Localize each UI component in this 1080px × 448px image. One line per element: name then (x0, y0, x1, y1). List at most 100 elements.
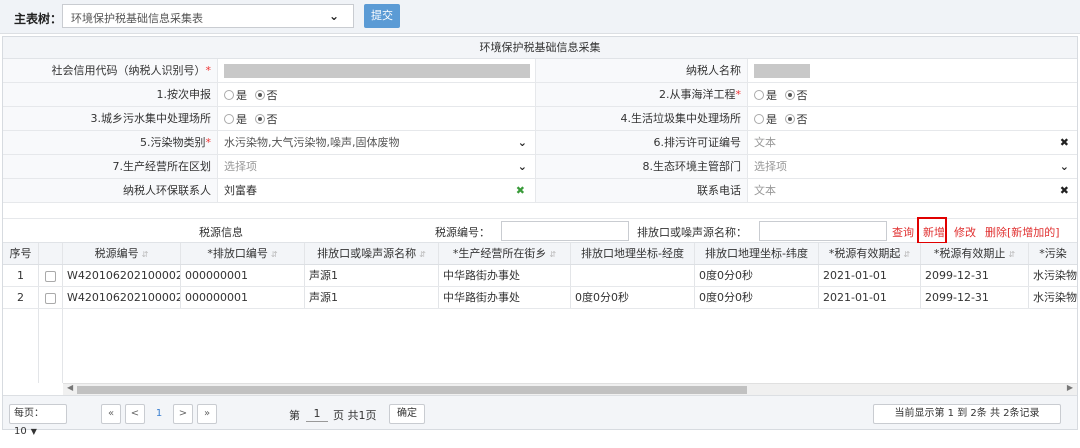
col-valid-to[interactable]: *税源有效期止 ⇵ (921, 243, 1029, 264)
q1-no-radio[interactable] (254, 90, 265, 100)
col-outlet-no[interactable]: *排放口编号 ⇵ (181, 243, 305, 264)
chevron-down-icon: ⌄ (1059, 160, 1069, 173)
sort-icon: ⇵ (270, 250, 278, 259)
chevron-down-icon: ⌄ (517, 136, 527, 149)
prev-page-button[interactable]: < (125, 404, 145, 424)
q5-label: 5.污染物类别 (140, 136, 206, 149)
form-title: 环境保护税基础信息采集 (3, 37, 1077, 59)
page-number-input[interactable]: 1 (306, 404, 328, 422)
first-page-button[interactable]: « (101, 404, 121, 424)
horizontal-scrollbar[interactable]: ◀ ▶ (63, 383, 1077, 395)
q3-label: 3.城乡污水集中处理场所 (3, 107, 217, 130)
q3-yes-radio[interactable] (224, 114, 234, 124)
page-1-link[interactable]: 1 (149, 404, 169, 424)
credit-code-label: 社会信用代码（纳税人识别号） (51, 64, 206, 77)
edit-link[interactable]: 修改 (954, 224, 976, 240)
q4-no-radio[interactable] (784, 114, 795, 124)
district-placeholder: 选择项 (224, 160, 257, 173)
outlet-name-input[interactable] (759, 221, 887, 241)
form-row-q5-q6: 5.污染物类别* 水污染物,大气污染物,噪声,固体废物 ⌄ 6.排污许可证编号 … (3, 131, 1077, 155)
redacted-credit-code (224, 64, 530, 78)
q6-label: 6.排污许可证编号 (535, 131, 747, 154)
source-info-bar: 税源信息 税源编号： 排放口或噪声源名称： 查询 新增 修改 删除[新增加的] (3, 217, 1077, 244)
col-source-no[interactable]: 税源编号 ⇵ (63, 243, 181, 264)
q1-label: 1.按次申报 (3, 83, 217, 106)
row-checkbox[interactable] (45, 292, 56, 304)
q2-no-radio[interactable] (784, 90, 795, 100)
sort-icon: ⇵ (549, 250, 557, 259)
q4-yes-radio[interactable] (754, 114, 764, 124)
phone-placeholder: 文本 (754, 184, 776, 197)
chevron-down-icon: ⌄ (517, 160, 527, 173)
col-checkbox (39, 243, 63, 264)
phone-label: 联系电话 (535, 179, 747, 202)
page-prefix: 第 (289, 409, 300, 422)
query-link[interactable]: 查询 (892, 224, 914, 240)
col-index: 序号 (3, 243, 39, 264)
form-row-q1-q2: 1.按次申报 是 否 2.从事海洋工程* 是 否 (3, 83, 1077, 107)
row-checkbox[interactable] (45, 270, 56, 282)
taxpayer-name-field[interactable] (747, 59, 1077, 82)
source-no-input[interactable] (501, 221, 629, 241)
form-row-q7-q8: 7.生产经营所在区划 选择项 ⌄ 8.生态环境主管部门 选择项 ⌄ (3, 155, 1077, 179)
col-longitude[interactable]: 排放口地理坐标-经度 (571, 243, 695, 264)
collection-form: 环境保护税基础信息采集 社会信用代码（纳税人识别号）* 纳税人名称 1.按次申报… (2, 36, 1078, 437)
caret-down-icon: ▼ (30, 427, 37, 436)
source-info-title: 税源信息 (199, 226, 243, 239)
eco-authority-select[interactable]: 选择项 ⌄ (747, 155, 1077, 178)
table-row[interactable]: 2 W420106202100002 000000001 声源1 中华路街办事处… (3, 287, 1077, 309)
pollutant-type-value: 水污染物,大气污染物,噪声,固体废物 (224, 136, 400, 149)
phone-input[interactable]: 文本 ✖ (747, 179, 1077, 202)
scrollbar-thumb[interactable] (77, 386, 747, 394)
outlet-name-label: 排放口或噪声源名称： (637, 226, 747, 239)
pollutant-type-select[interactable]: 水污染物,大气污染物,噪声,固体废物 ⌄ (217, 131, 535, 154)
eco-authority-placeholder: 选择项 (754, 160, 787, 173)
q3-radio-group: 是 否 (217, 107, 535, 130)
q8-label: 8.生态环境主管部门 (535, 155, 747, 178)
sort-icon: ⇵ (419, 250, 426, 259)
col-pollutant[interactable]: *污染 (1029, 243, 1077, 264)
district-select[interactable]: 选择项 ⌄ (217, 155, 535, 178)
grid-header: 序号 税源编号 ⇵ *排放口编号 ⇵ 排放口或噪声源名称 ⇵ *生产经营所在街乡 ⇵ 排… (3, 243, 1077, 265)
highlight-box (917, 217, 947, 244)
close-icon[interactable]: ✖ (1060, 131, 1069, 154)
sort-icon: ⇵ (903, 250, 911, 259)
table-row[interactable]: 1 W420106202100002 000000001 声源1 中华路街办事处… (3, 265, 1077, 287)
next-page-button[interactable]: > (173, 404, 193, 424)
col-outlet-name[interactable]: 排放口或噪声源名称 ⇵ (305, 243, 439, 264)
taxpayer-name-label: 纳税人名称 (535, 59, 747, 82)
redacted-taxpayer-name (754, 64, 810, 78)
pagination-bar: 每页：10 ▼ « < 1 > » 第 1 页 共1页 确定 当前显示第 1 到 … (3, 395, 1077, 437)
col-street[interactable]: *生产经营所在街乡 ⇵ (439, 243, 571, 264)
form-row-identity: 社会信用代码（纳税人识别号）* 纳税人名称 (3, 59, 1077, 83)
q1-radio-group: 是 否 (217, 83, 535, 106)
form-spacer (3, 203, 1077, 219)
source-no-label: 税源编号： (435, 226, 490, 239)
scroll-right-icon[interactable]: ▶ (1067, 383, 1073, 392)
close-icon[interactable]: ✖ (1060, 179, 1069, 202)
contact-value: 刘富春 (224, 184, 257, 197)
q2-label: 2.从事海洋工程 (659, 88, 736, 101)
page-suffix: 页 共1页 (333, 409, 377, 422)
clear-icon[interactable]: ✖ (516, 179, 525, 202)
confirm-button[interactable]: 确定 (389, 404, 425, 424)
submit-button[interactable]: 提交 (364, 4, 400, 28)
sort-icon: ⇵ (141, 250, 149, 259)
credit-code-field[interactable] (217, 59, 535, 82)
permit-number-input[interactable]: 文本 ✖ (747, 131, 1077, 154)
q2-radio-group: 是 否 (747, 83, 1077, 106)
contact-input[interactable]: 刘富春 ✖ (217, 179, 535, 202)
col-valid-from[interactable]: *税源有效期起 ⇵ (819, 243, 921, 264)
last-page-button[interactable]: » (197, 404, 217, 424)
top-toolbar: 主表树： 环境保护税基础信息采集表 ⌄ 提交 (0, 0, 1080, 34)
col-latitude[interactable]: 排放口地理坐标-纬度 (695, 243, 819, 264)
q2-yes-radio[interactable] (754, 90, 764, 100)
delete-new-link[interactable]: 删除[新增加的] (985, 224, 1060, 240)
main-tree-select[interactable]: 环境保护税基础信息采集表 ⌄ (62, 4, 354, 28)
grid-empty-area (3, 309, 1077, 383)
scroll-left-icon[interactable]: ◀ (67, 383, 73, 392)
q1-yes-radio[interactable] (224, 90, 234, 100)
q3-no-radio[interactable] (254, 114, 265, 124)
per-page-select[interactable]: 每页：10 ▼ (9, 404, 67, 437)
q7-label: 7.生产经营所在区划 (3, 155, 217, 178)
